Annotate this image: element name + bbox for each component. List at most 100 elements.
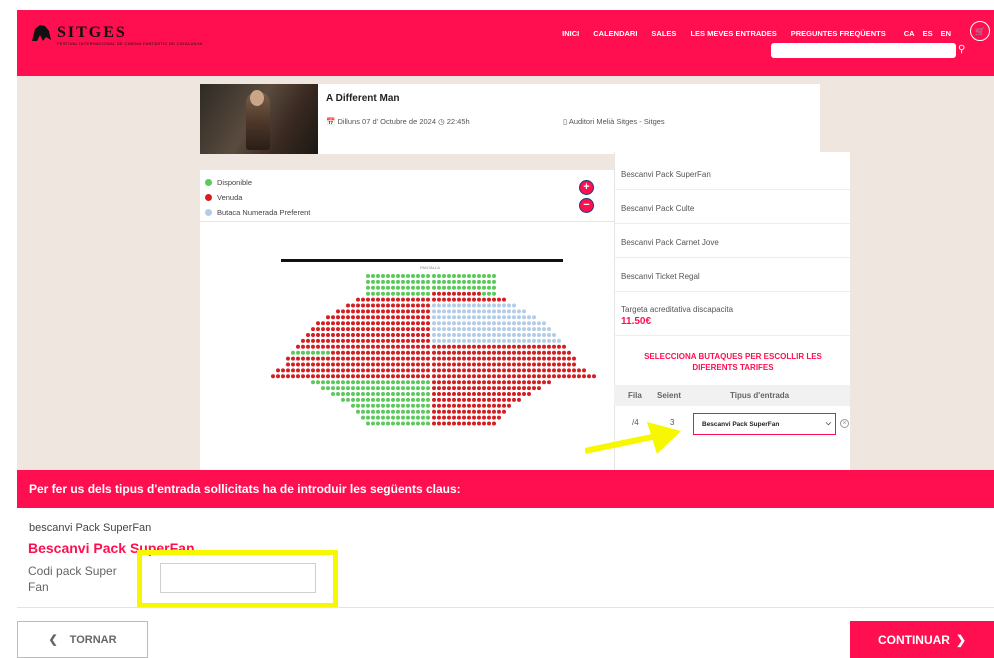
seat[interactable] [472, 386, 476, 391]
seat[interactable] [532, 380, 536, 385]
seat[interactable] [376, 409, 380, 414]
seat[interactable] [572, 368, 576, 373]
seat[interactable] [477, 356, 481, 361]
seat[interactable] [391, 421, 395, 426]
seat[interactable] [346, 374, 350, 379]
seat[interactable] [442, 409, 446, 414]
lang-en[interactable]: EN [941, 29, 951, 38]
seat[interactable] [452, 344, 456, 349]
seat[interactable] [336, 333, 340, 337]
seat[interactable] [447, 321, 451, 326]
seat[interactable] [406, 338, 410, 343]
seat[interactable] [401, 297, 405, 302]
seat[interactable] [361, 356, 365, 361]
seat[interactable] [326, 333, 330, 337]
seat[interactable] [547, 362, 551, 367]
seat[interactable] [492, 374, 496, 379]
seat[interactable] [457, 315, 461, 320]
seat[interactable] [552, 344, 556, 349]
seat[interactable] [401, 368, 405, 373]
seat[interactable] [376, 274, 380, 278]
seat[interactable] [376, 297, 380, 302]
seat[interactable] [557, 356, 561, 361]
seat[interactable] [361, 397, 365, 402]
seat[interactable] [406, 327, 410, 332]
seat[interactable] [411, 350, 415, 355]
seat[interactable] [386, 380, 390, 385]
seat[interactable] [336, 315, 340, 320]
seat[interactable] [527, 344, 531, 349]
seat[interactable] [386, 315, 390, 320]
seat[interactable] [406, 368, 410, 373]
seat[interactable] [406, 291, 410, 296]
seat[interactable] [522, 333, 526, 337]
seat[interactable] [447, 333, 451, 337]
seat[interactable] [411, 409, 415, 414]
seat[interactable] [406, 297, 410, 302]
seat[interactable] [492, 356, 496, 361]
seat[interactable] [366, 409, 370, 414]
seat[interactable] [351, 362, 355, 367]
seat[interactable] [552, 374, 556, 379]
seat[interactable] [421, 409, 425, 414]
seat[interactable] [517, 356, 521, 361]
seat[interactable] [452, 397, 456, 402]
seat[interactable] [296, 374, 300, 379]
seat[interactable] [386, 321, 390, 326]
seat[interactable] [532, 368, 536, 373]
seat[interactable] [396, 386, 400, 391]
seat[interactable] [411, 415, 415, 420]
seat[interactable] [426, 392, 430, 396]
seat[interactable] [462, 297, 466, 302]
seat[interactable] [527, 333, 531, 337]
seat[interactable] [381, 356, 385, 361]
seat[interactable] [321, 380, 325, 385]
seat[interactable] [452, 415, 456, 420]
seat[interactable] [497, 397, 501, 402]
seat[interactable] [527, 392, 531, 396]
seat[interactable] [437, 333, 441, 337]
seat[interactable] [452, 297, 456, 302]
seat[interactable] [301, 362, 305, 367]
seat[interactable] [572, 374, 576, 379]
seat[interactable] [472, 421, 476, 426]
seat[interactable] [487, 315, 491, 320]
seat[interactable] [311, 368, 315, 373]
seat[interactable] [326, 374, 330, 379]
seat[interactable] [371, 303, 375, 308]
seat[interactable] [361, 409, 365, 414]
seat[interactable] [437, 392, 441, 396]
seat[interactable] [527, 380, 531, 385]
seat[interactable] [371, 291, 375, 296]
seat[interactable] [356, 321, 360, 326]
seat[interactable] [512, 303, 516, 308]
seat[interactable] [406, 362, 410, 367]
seat[interactable] [331, 386, 335, 391]
seat[interactable] [411, 380, 415, 385]
seat[interactable] [351, 403, 355, 408]
seat[interactable] [487, 392, 491, 396]
seat[interactable] [512, 368, 516, 373]
seat[interactable] [477, 297, 481, 302]
seat[interactable] [497, 409, 501, 414]
seat[interactable] [426, 303, 430, 308]
seat[interactable] [477, 344, 481, 349]
seat[interactable] [426, 338, 430, 343]
seat[interactable] [366, 315, 370, 320]
seat[interactable] [512, 397, 516, 402]
seat[interactable] [341, 397, 345, 402]
seat[interactable] [341, 321, 345, 326]
seat[interactable] [416, 338, 420, 343]
seat[interactable] [462, 321, 466, 326]
seat[interactable] [426, 297, 430, 302]
seat[interactable] [477, 274, 481, 278]
seat[interactable] [457, 397, 461, 402]
search-icon[interactable]: ⚲ [958, 44, 965, 55]
seat[interactable] [527, 321, 531, 326]
seat[interactable] [502, 350, 506, 355]
seat[interactable] [366, 368, 370, 373]
seat[interactable] [457, 285, 461, 290]
seat[interactable] [341, 309, 345, 314]
seat[interactable] [492, 386, 496, 391]
seat[interactable] [492, 344, 496, 349]
